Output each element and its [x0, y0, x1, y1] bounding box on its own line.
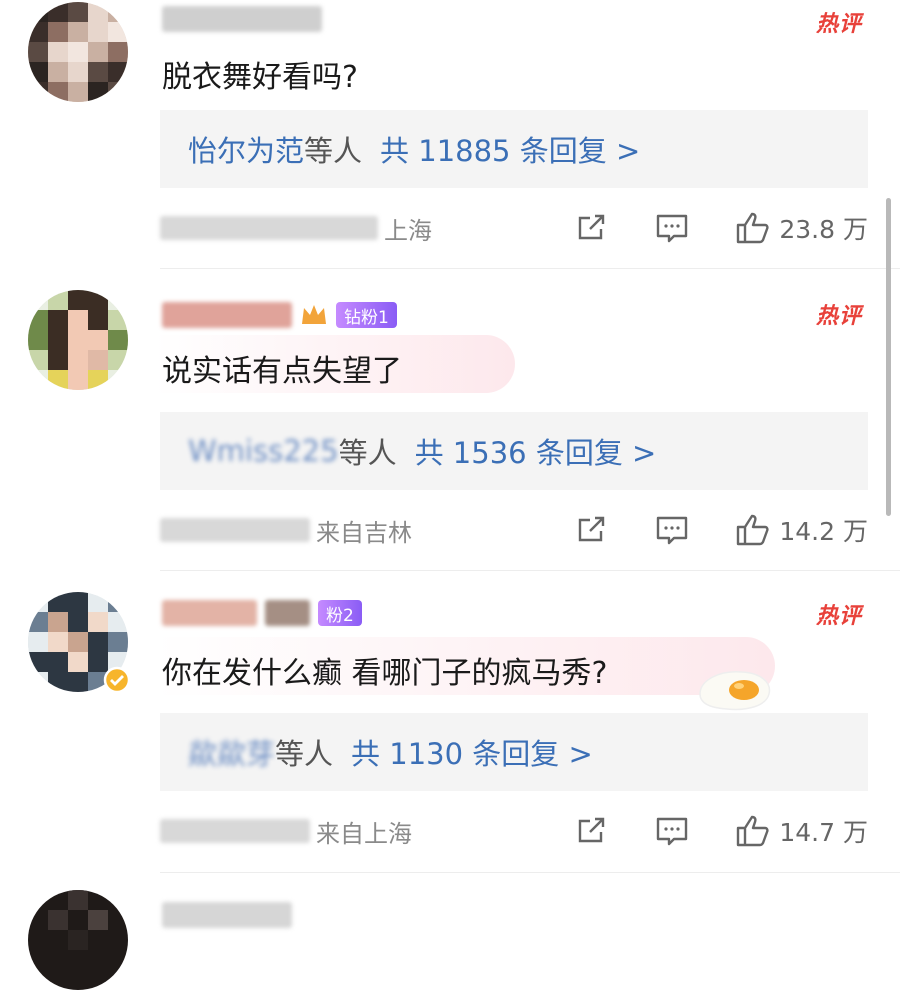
divider	[160, 570, 900, 571]
comment-location: 来自上海	[316, 819, 412, 848]
like-count: 14.2 万	[779, 517, 868, 546]
username[interactable]: 钻粉1	[162, 298, 397, 332]
fried-egg-icon	[699, 671, 771, 711]
like-count: 23.8 万	[779, 215, 868, 244]
reply-names[interactable]: 怡尔为范	[188, 128, 304, 170]
reply-summary[interactable]: 歘歘芽 等人 共 1130 条回复 >	[160, 713, 868, 791]
reply-summary[interactable]: 怡尔为范 等人 共 11885 条回复 >	[160, 110, 868, 188]
share-icon[interactable]	[575, 514, 607, 546]
comment-meta: 来自上海 14.7 万	[160, 811, 868, 851]
avatar[interactable]	[28, 890, 128, 990]
comment-actions: 14.7 万	[575, 813, 868, 849]
like-icon	[737, 212, 769, 244]
crown-icon	[302, 305, 326, 324]
fan-badge: 钻粉1	[336, 302, 397, 328]
comment-actions: 14.2 万	[575, 512, 868, 548]
hot-comment-badge: 热评	[815, 604, 862, 629]
reply-total[interactable]: 共 1536 条回复 >	[415, 430, 657, 472]
reply-names[interactable]: 歘歘芽	[188, 731, 275, 773]
username[interactable]	[162, 2, 322, 36]
fan-badge: 粉2	[318, 600, 362, 626]
hot-comment-badge: 热评	[815, 304, 862, 329]
divider	[160, 268, 900, 269]
reply-suffix: 等人	[275, 737, 334, 771]
like-icon	[737, 514, 769, 546]
comment-icon[interactable]	[655, 212, 689, 244]
comment-icon[interactable]	[655, 815, 689, 847]
comment-location: 来自吉林	[316, 518, 412, 547]
like-icon	[737, 815, 769, 847]
like-button[interactable]: 14.2 万	[735, 512, 868, 548]
reply-summary[interactable]: Wmiss225 等人 共 1536 条回复 >	[160, 412, 868, 490]
comment-meta: 来自吉林 14.2 万	[160, 510, 868, 550]
comment-meta: 上海 23.8 万	[160, 208, 868, 248]
verified-icon	[103, 666, 131, 694]
reply-total[interactable]: 共 11885 条回复 >	[380, 128, 640, 170]
comment-location: 上海	[384, 216, 432, 245]
comment-text: 脱衣舞好看吗?	[162, 60, 358, 95]
reply-total[interactable]: 共 1130 条回复 >	[351, 731, 593, 773]
avatar[interactable]	[28, 290, 128, 390]
username[interactable]	[162, 898, 292, 932]
username[interactable]: 粉2	[162, 596, 362, 630]
comment-actions: 23.8 万	[575, 210, 868, 246]
comment-icon[interactable]	[655, 514, 689, 546]
like-count: 14.7 万	[779, 818, 868, 847]
divider	[160, 872, 900, 873]
share-icon[interactable]	[575, 815, 607, 847]
scrollbar[interactable]	[886, 198, 891, 516]
like-button[interactable]: 23.8 万	[735, 210, 868, 246]
share-icon[interactable]	[575, 212, 607, 244]
like-button[interactable]: 14.7 万	[735, 813, 868, 849]
avatar[interactable]	[28, 2, 128, 102]
comment-text: 你在发什么癫 看哪门子的疯马秀?	[162, 656, 608, 691]
comment-text: 说实话有点失望了	[162, 354, 402, 389]
reply-names[interactable]: Wmiss225	[188, 434, 339, 468]
reply-suffix: 等人	[338, 436, 397, 470]
reply-suffix: 等人	[304, 134, 363, 168]
hot-comment-badge: 热评	[815, 12, 862, 37]
